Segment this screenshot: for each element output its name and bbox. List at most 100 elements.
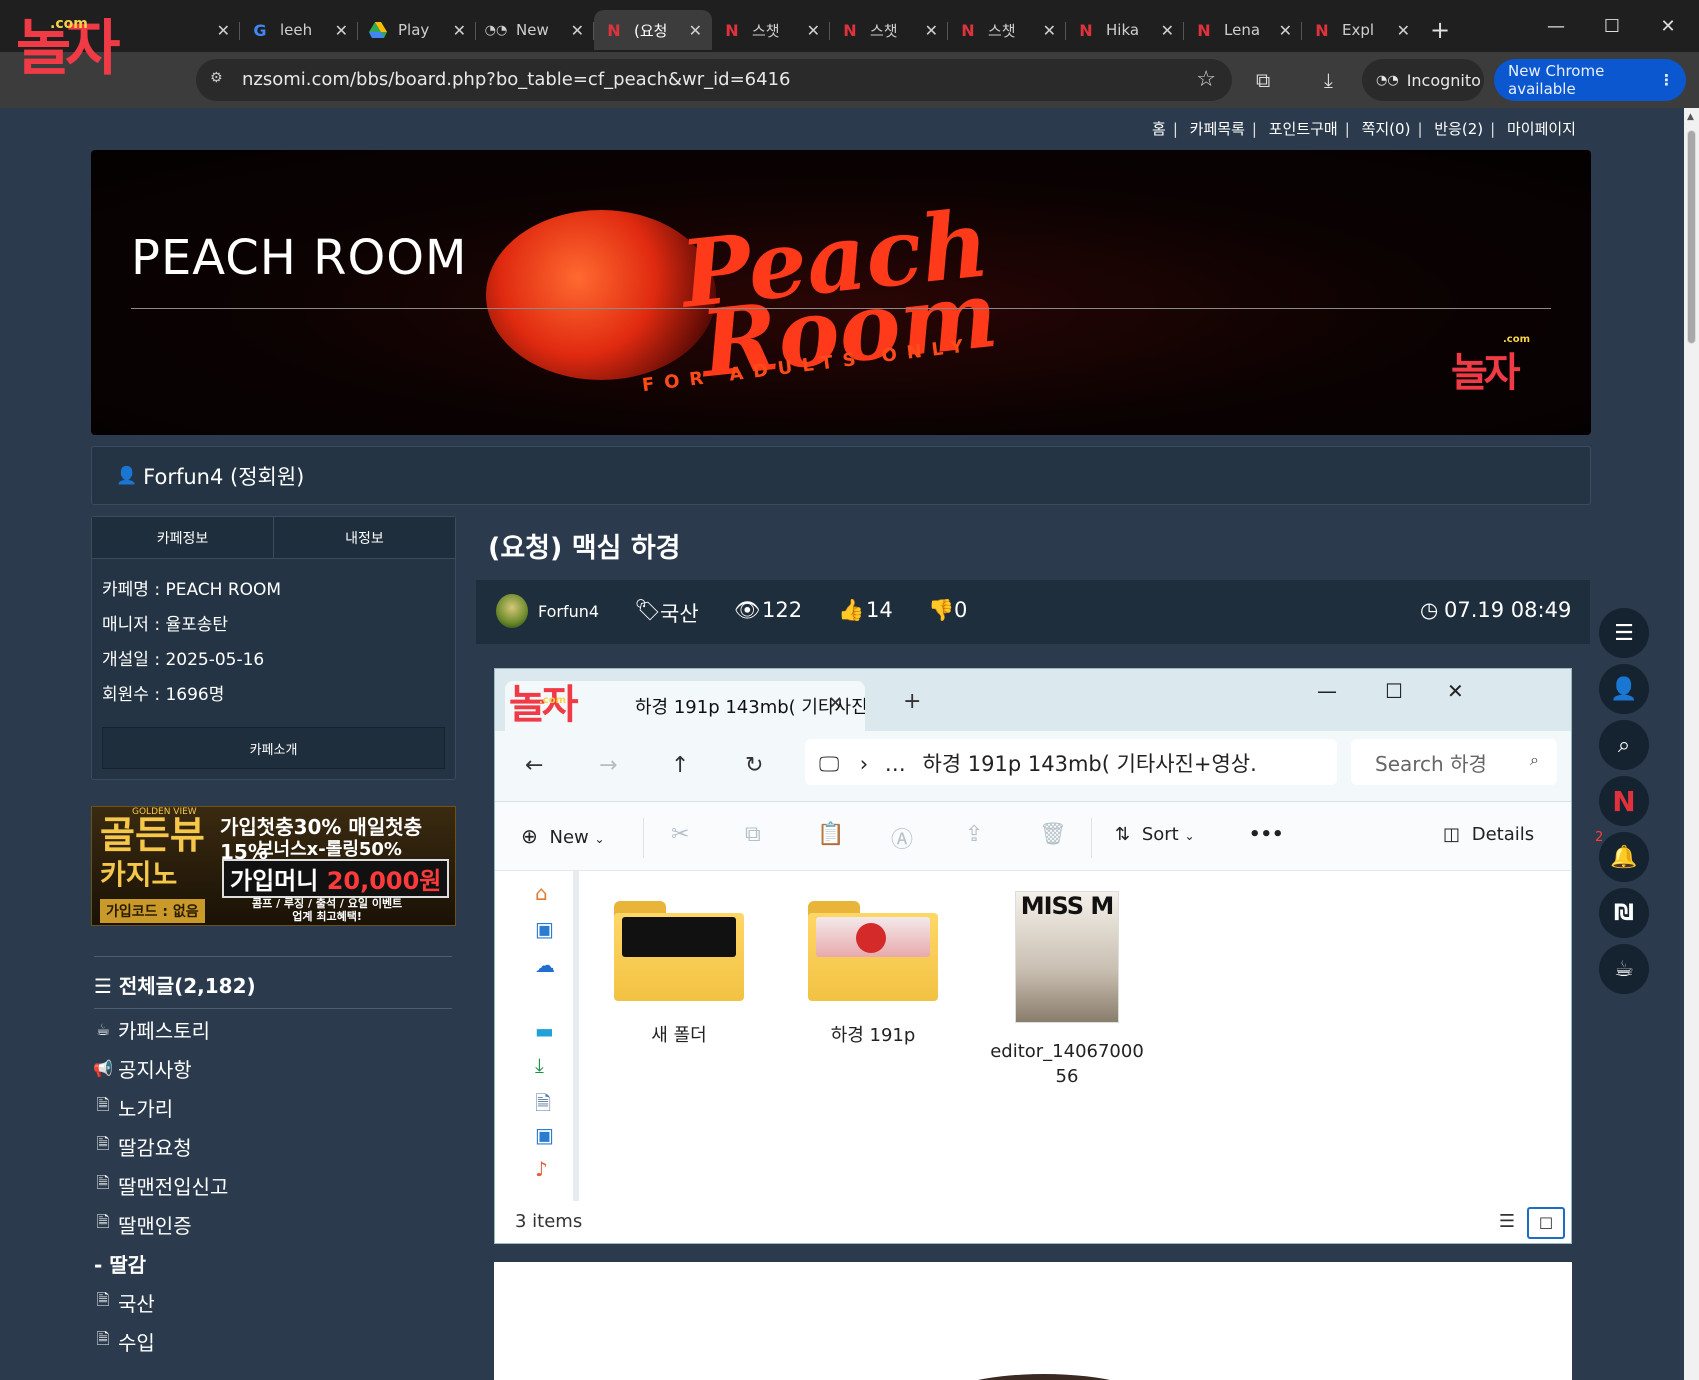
address-bar[interactable]: ⚙ nzsomi.com/bbs/board.php?bo_table=cf_p… (196, 59, 1232, 101)
top-navigation: 홈 | 카페목록 | 포인트구매 | 쪽지(0) | 반응(2) | 마이페이지 (1152, 120, 1576, 138)
thumbs-down-icon[interactable]: 👎 (928, 598, 954, 623)
browser-tab[interactable]: N 스챗 ✕ (830, 10, 948, 50)
cafe-intro-button[interactable]: 카페소개 (102, 727, 445, 769)
download-icon[interactable]: ⤓ (1324, 68, 1333, 92)
tab-title: Hika (1106, 21, 1140, 39)
category-label: - 딸감 (94, 1253, 147, 1277)
cafe-button[interactable]: ☕ (1599, 944, 1649, 994)
category-item[interactable]: 🗎 딸맨인증 (94, 1205, 228, 1244)
close-tab-icon[interactable]: ✕ (925, 21, 938, 40)
plus-icon: + (903, 689, 922, 714)
tab-my-info[interactable]: 내정보 (273, 517, 455, 558)
minimize-icon[interactable]: — (1528, 0, 1584, 52)
cafe-icon: ☕ (1614, 956, 1634, 982)
close-tab-icon[interactable]: ✕ (453, 21, 466, 40)
notifications-button[interactable]: 2 🔔 (1595, 830, 1649, 882)
user-name[interactable]: Forfun4 (정회원) (143, 461, 304, 491)
browser-tab[interactable]: N 스챗 ✕ (948, 10, 1066, 50)
points-button[interactable]: ₪ (1599, 888, 1649, 938)
user-button[interactable]: 👤 (1599, 664, 1649, 714)
scrollbar-thumb[interactable] (1687, 130, 1696, 344)
thumbs-up-icon[interactable]: 👍 (838, 598, 864, 623)
nav-cafe-list-link[interactable]: 카페목록 (1190, 120, 1245, 138)
divider (1091, 818, 1092, 858)
nzsomi-n-icon: N (1197, 20, 1211, 40)
browser-tab[interactable]: G leeh ✕ (240, 10, 358, 50)
banner-logo-com: .com (1503, 334, 1531, 345)
browser-tab[interactable]: N 스챗 ✕ (712, 10, 830, 50)
close-tab-icon[interactable]: ✕ (689, 21, 702, 40)
tab-title: Play (398, 21, 430, 39)
category-item[interactable]: ☕ 카페스토리 (94, 1010, 228, 1049)
page-scrollbar[interactable]: ▲ (1684, 108, 1699, 1380)
close-tab-icon[interactable]: ✕ (217, 21, 230, 40)
post-category[interactable]: 국산 (660, 598, 699, 628)
close-tab-icon[interactable]: ✕ (1279, 21, 1292, 40)
incognito-icon: ◔◔ (1376, 72, 1399, 88)
google-drive-icon (368, 20, 388, 40)
watermark-com: .com (50, 16, 88, 32)
nav-mypage-link[interactable]: 마이페이지 (1507, 120, 1576, 138)
banner-site-logo: 놀자 .com (1451, 334, 1530, 398)
close-tab-icon[interactable]: ✕ (335, 21, 348, 40)
browser-tab[interactable]: N Expl ✕ (1302, 10, 1420, 50)
category-item[interactable]: 🗎 국산 (94, 1283, 228, 1322)
nav-messages-link[interactable]: 쪽지(0) (1362, 120, 1411, 138)
desktop-icon: ▬ (535, 1019, 554, 1043)
browser-tab[interactable]: ◔◔ New ✕ (476, 10, 594, 50)
close-tab-icon[interactable]: ✕ (1161, 21, 1174, 40)
folder-icon (808, 901, 938, 1001)
kebab-menu-icon[interactable]: ⋮ (1659, 71, 1674, 89)
maximize-icon[interactable]: ☐ (1584, 0, 1640, 52)
category-item[interactable]: 📢 공지사항 (93, 1049, 228, 1088)
browser-tab[interactable]: N Hika ✕ (1066, 10, 1184, 50)
close-tab-icon[interactable]: ✕ (1397, 21, 1410, 40)
incognito-badge[interactable]: ◔◔ Incognito (1362, 59, 1484, 101)
category-item[interactable]: 🗎 노가리 (94, 1088, 228, 1127)
divider (643, 818, 644, 858)
computer-icon: 🖵 (819, 752, 840, 776)
close-window-icon[interactable]: ✕ (1640, 0, 1696, 52)
explorer-navbar: ← → ↑ ↻ 🖵 › … 하경 191p 143mb( 기타사진+영상. Se… (495, 731, 1571, 801)
category-item[interactable]: 🗎 딸감요청 (94, 1127, 228, 1166)
nav-buy-points-link[interactable]: 포인트구매 (1269, 120, 1338, 138)
category-all[interactable]: ☰ 전체글(2,182) (94, 970, 256, 999)
close-tab-icon[interactable]: ✕ (1043, 21, 1056, 40)
explorer-statusbar: 3 items ☰ ☐ (495, 1203, 1571, 1243)
tab-cafe-info[interactable]: 카페정보 (92, 517, 273, 558)
category-group[interactable]: - 딸감 (94, 1244, 228, 1283)
new-chrome-available-button[interactable]: New Chrome available ⋮ (1494, 59, 1686, 101)
music-icon: ♪ (535, 1157, 548, 1181)
nav-home-link[interactable]: 홈 (1152, 120, 1166, 138)
category-list: ☕ 카페스토리 📢 공지사항 🗎 노가리 🗎 딸감요청 🗎 딸맨전입신고 🗎 딸맨인증 - … (93, 1010, 229, 1361)
post-author[interactable]: Forfun4 (538, 602, 599, 621)
category-label: 딸맨인증 (118, 1214, 192, 1238)
bookmark-star-icon[interactable]: ☆ (1196, 67, 1216, 92)
close-tab-icon[interactable]: ✕ (571, 21, 584, 40)
category-item[interactable]: 🗎 딸맨전입신고 (94, 1166, 229, 1205)
nzsomi-n-icon: N (961, 20, 975, 40)
close-tab-icon[interactable]: ✕ (807, 21, 820, 40)
browser-tab-active[interactable]: N (요청 ✕ (594, 10, 712, 50)
site-home-button[interactable]: N (1599, 776, 1649, 826)
gallery-icon: ▣ (535, 917, 554, 941)
file-item: MISS M editor_14067000 56 (989, 891, 1145, 1089)
menu-button[interactable]: ☰ (1599, 608, 1649, 658)
scroll-up-icon[interactable]: ▲ (1687, 112, 1694, 122)
site-settings-icon[interactable]: ⚙ (210, 70, 230, 90)
new-tab-button[interactable]: + (1420, 10, 1460, 50)
tab-title: Expl (1342, 21, 1375, 39)
document-icon: 🗎 (96, 1290, 110, 1309)
casino-ad-banner[interactable]: 골든뷰 카지노 GOLDEN VIEW 가입코드 : 없음 가입첫충30% 매일… (91, 806, 456, 926)
nzsomi-n-icon: N (843, 20, 857, 40)
user-icon: 👤 (1610, 676, 1638, 702)
lens-search-icon[interactable]: ⧉ (1256, 68, 1270, 92)
url-text[interactable]: nzsomi.com/bbs/board.php?bo_table=cf_pea… (242, 69, 790, 90)
nav-reactions-link[interactable]: 반응(2) (1434, 120, 1483, 138)
browser-tab[interactable]: Play ✕ (358, 10, 476, 50)
author-avatar[interactable] (496, 594, 528, 628)
explorer-address-text: 하경 191p 143mb( 기타사진+영상. (922, 752, 1257, 776)
browser-tab[interactable]: N Lena ✕ (1184, 10, 1302, 50)
search-button[interactable]: ⌕ (1599, 720, 1649, 770)
category-item[interactable]: 🗎 수입 (94, 1322, 228, 1361)
